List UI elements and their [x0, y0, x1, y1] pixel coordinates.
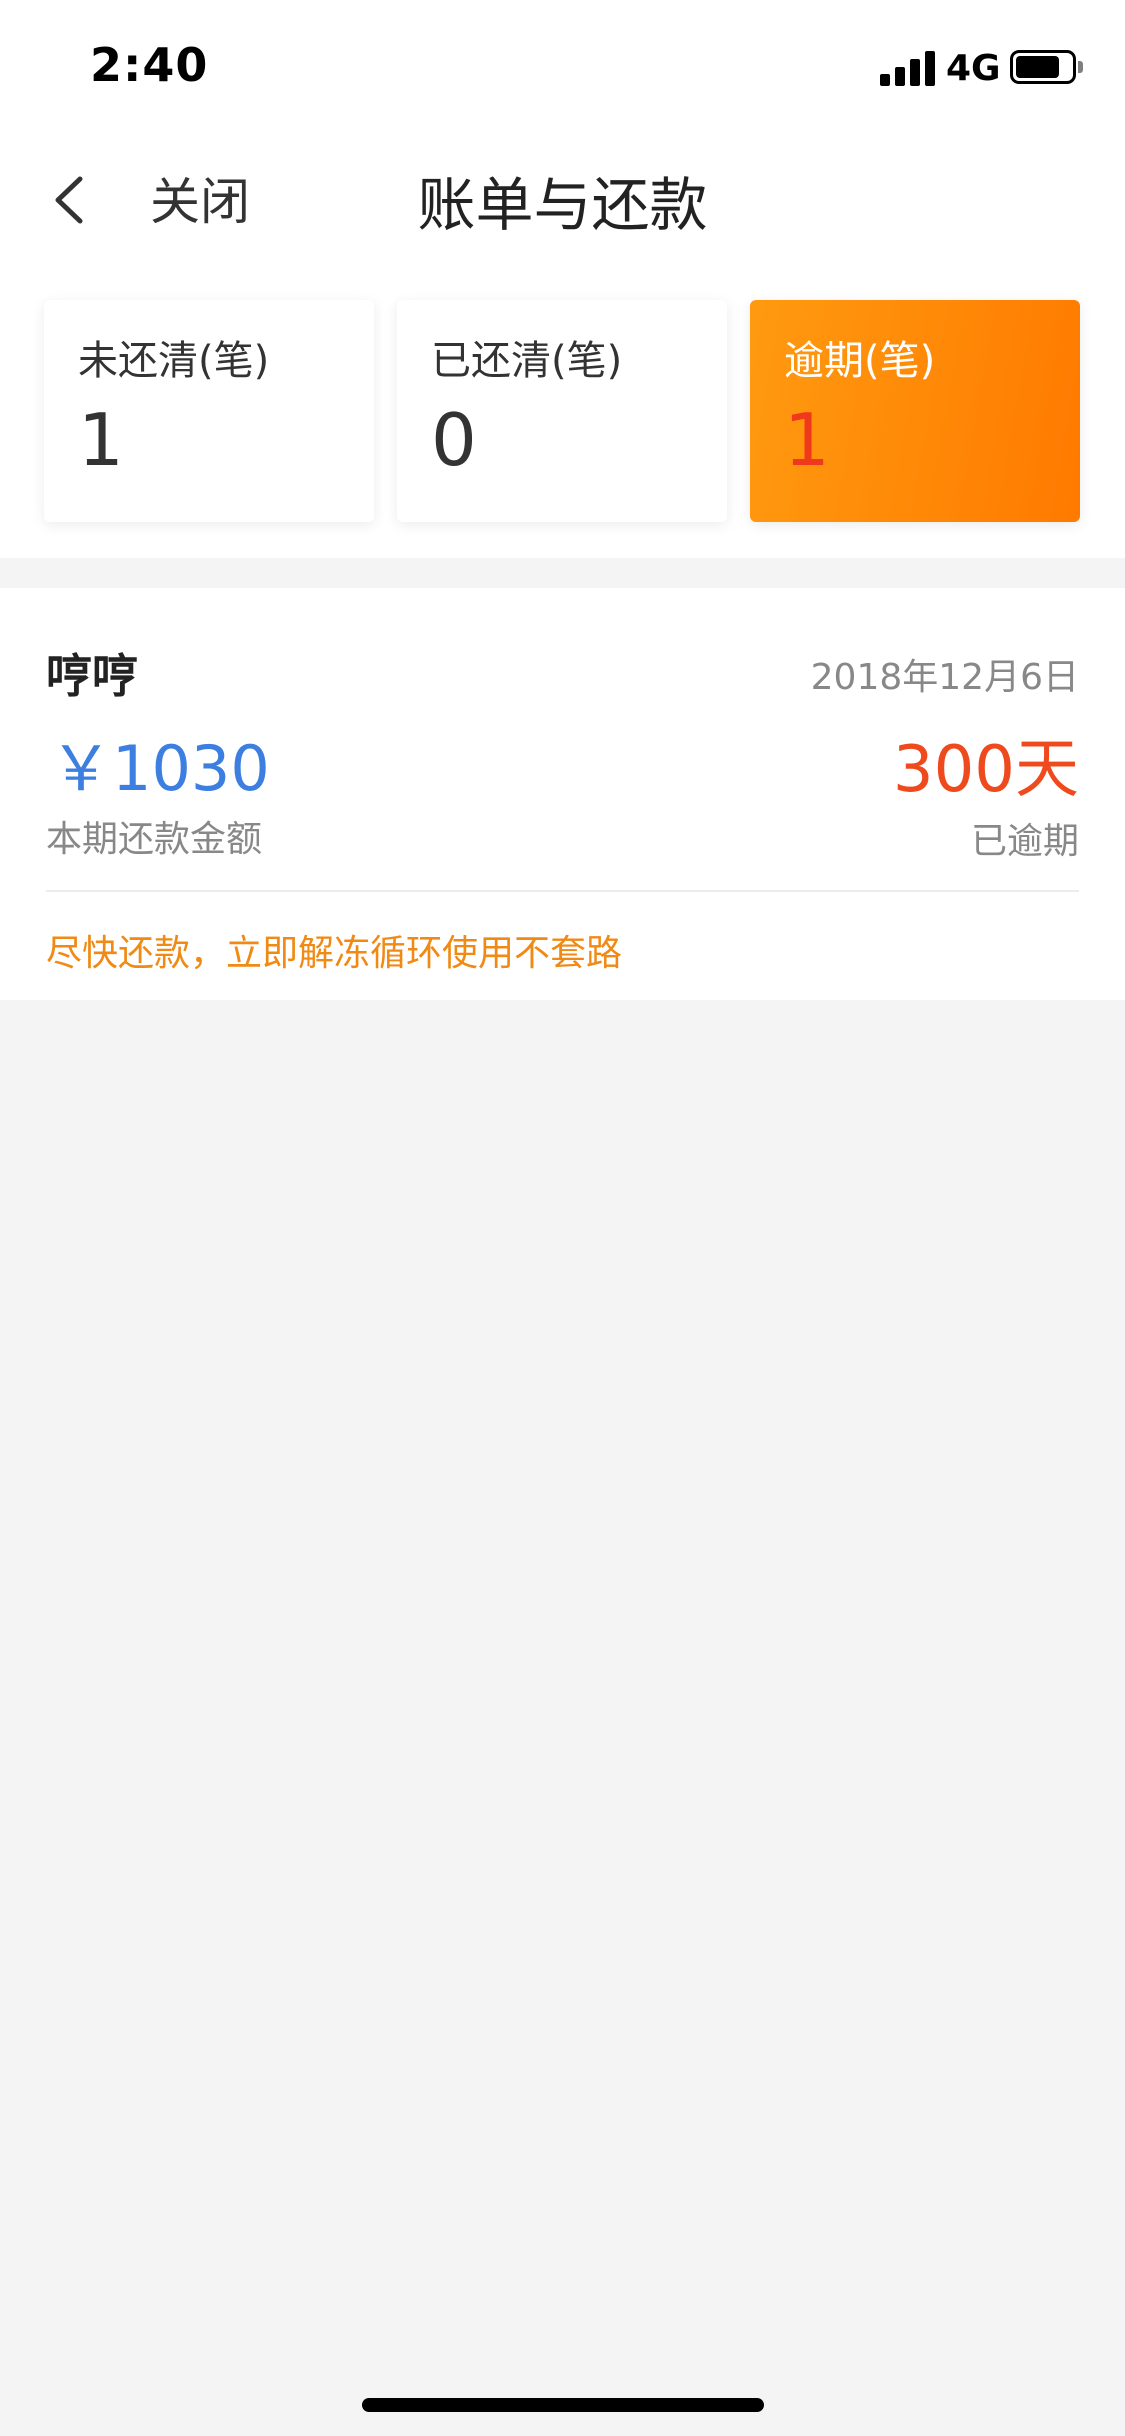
- status-bar: 2:40 4G: [0, 0, 1125, 132]
- nav-bar: 关闭 账单与还款: [0, 132, 1125, 262]
- bill-list-item[interactable]: 哼哼 2018年12月6日 ￥1030 本期还款金额 300天 已逾期 尽快还款…: [0, 588, 1125, 1000]
- network-type: 4G: [946, 48, 1001, 89]
- page-title: 账单与还款: [417, 171, 708, 239]
- card-label: 逾期(笔): [784, 338, 936, 384]
- card-value: 0: [431, 398, 477, 482]
- summary-card-unpaid[interactable]: 未还清(笔) 1: [44, 300, 374, 522]
- summary-card-overdue[interactable]: 逾期(笔) 1: [750, 300, 1080, 522]
- card-label: 未还清(笔): [78, 338, 270, 384]
- summary-card-paid[interactable]: 已还清(笔) 0: [397, 300, 727, 522]
- repayment-tip: 尽快还款，立即解冻循环使用不套路: [46, 933, 623, 974]
- battery-tip: [1078, 61, 1083, 73]
- home-indicator: [362, 2398, 764, 2412]
- battery-fill: [1016, 56, 1059, 78]
- overdue-days: 300天: [892, 733, 1079, 807]
- bill-amount-label: 本期还款金额: [46, 819, 263, 860]
- bill-name: 哼哼: [46, 649, 138, 703]
- overdue-label: 已逾期: [970, 821, 1079, 862]
- divider: [46, 890, 1079, 892]
- battery-icon: [1010, 50, 1076, 84]
- status-time: 2:40: [90, 38, 209, 92]
- bill-amount: ￥1030: [50, 732, 270, 805]
- card-value: 1: [78, 398, 124, 482]
- card-label: 已还清(笔): [431, 338, 623, 384]
- summary-section: 未还清(笔) 1 已还清(笔) 0 逾期(笔) 1: [0, 262, 1125, 558]
- card-value: 1: [784, 398, 830, 482]
- signal-icon: [880, 50, 936, 86]
- bill-date: 2018年12月6日: [810, 657, 1079, 698]
